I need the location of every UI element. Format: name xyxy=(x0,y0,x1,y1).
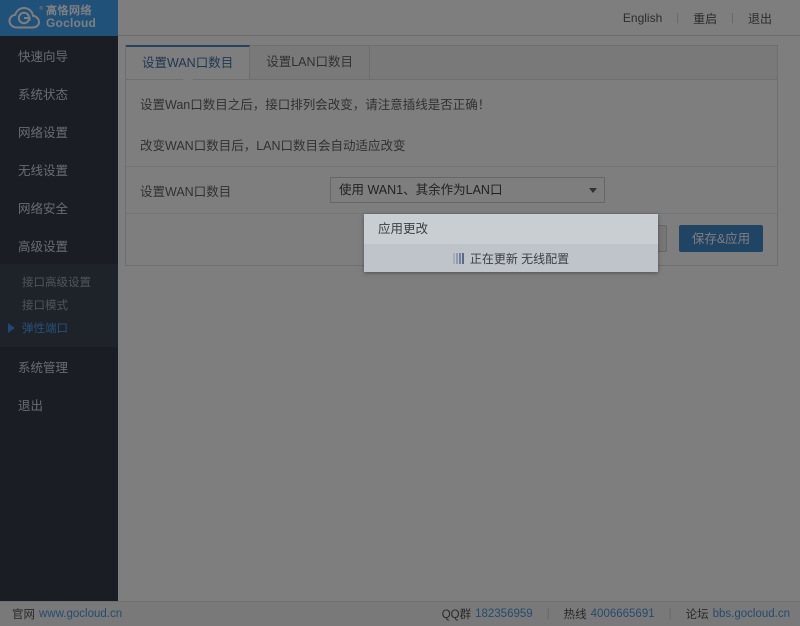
apply-changes-dialog: 应用更改 正在更新 无线配置 xyxy=(364,214,658,272)
dialog-status-text: 正在更新 无线配置 xyxy=(470,250,569,267)
dialog-body: 正在更新 无线配置 xyxy=(364,244,658,272)
loading-bars-icon xyxy=(453,253,464,264)
modal-backdrop xyxy=(0,0,800,626)
dialog-title: 应用更改 xyxy=(364,214,658,244)
